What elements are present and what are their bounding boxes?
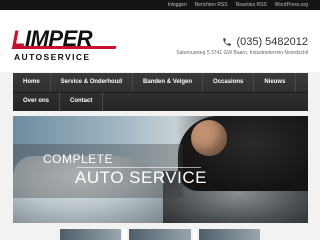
site-header: LIMPER AUTOSERVICE (035) 5482012 Saturnu… (0, 10, 320, 72)
phone-icon (223, 38, 232, 46)
nav-row-2: Over ons Contact (13, 92, 308, 111)
hero-title-line2: AUTO SERVICE (75, 168, 207, 187)
logo-subtitle: AUTOSERVICE (14, 52, 91, 62)
comments-rss-link[interactable]: Reacties RSS (236, 1, 267, 9)
logo-swoosh (11, 46, 117, 49)
address-text: Saturnusweg 5 3741 GW Baarn, Industriete… (176, 50, 308, 56)
thumbnail[interactable] (198, 229, 260, 240)
nav-item-tires[interactable]: Banden & Velgen (133, 73, 204, 92)
nav-item-contact[interactable]: Contact (60, 92, 104, 111)
thumbnail[interactable] (60, 229, 122, 240)
nav-item-service[interactable]: Service & Onderhoud (51, 73, 134, 92)
main-navigation: Home Service & Onderhoud Banden & Velgen… (13, 73, 308, 111)
posts-rss-link[interactable]: Berichten RSS (195, 1, 228, 9)
nav-row-1: Home Service & Onderhoud Banden & Velgen… (13, 73, 308, 93)
top-links: Inloggen Berichten RSS Reacties RSS Word… (168, 1, 308, 9)
hero-mechanic-head (191, 120, 227, 156)
nav-item-home[interactable]: Home (13, 73, 51, 92)
hero-banner: COMPLETE AUTO SERVICE (13, 116, 308, 223)
login-link[interactable]: Inloggen (168, 1, 187, 9)
phone-text: (035) 5482012 (236, 36, 308, 48)
nav-item-news[interactable]: Nieuws (254, 73, 297, 92)
thumbnail-gap (192, 229, 197, 240)
thumbnail-strip (60, 229, 260, 240)
nav-item-occasions[interactable]: Occasions (203, 73, 255, 92)
hero-title-line1: COMPLETE (43, 152, 114, 166)
site-logo[interactable]: LIMPER AUTOSERVICE (11, 26, 122, 68)
thumbnail[interactable] (129, 229, 191, 240)
wordpress-link[interactable]: WordPress.org (275, 1, 308, 9)
nav-item-about[interactable]: Over ons (13, 92, 61, 111)
top-utility-bar: Inloggen Berichten RSS Reacties RSS Word… (0, 0, 320, 10)
phone-number[interactable]: (035) 5482012 (222, 36, 308, 48)
thumbnail-gap (123, 229, 128, 240)
page: Inloggen Berichten RSS Reacties RSS Word… (0, 0, 320, 240)
